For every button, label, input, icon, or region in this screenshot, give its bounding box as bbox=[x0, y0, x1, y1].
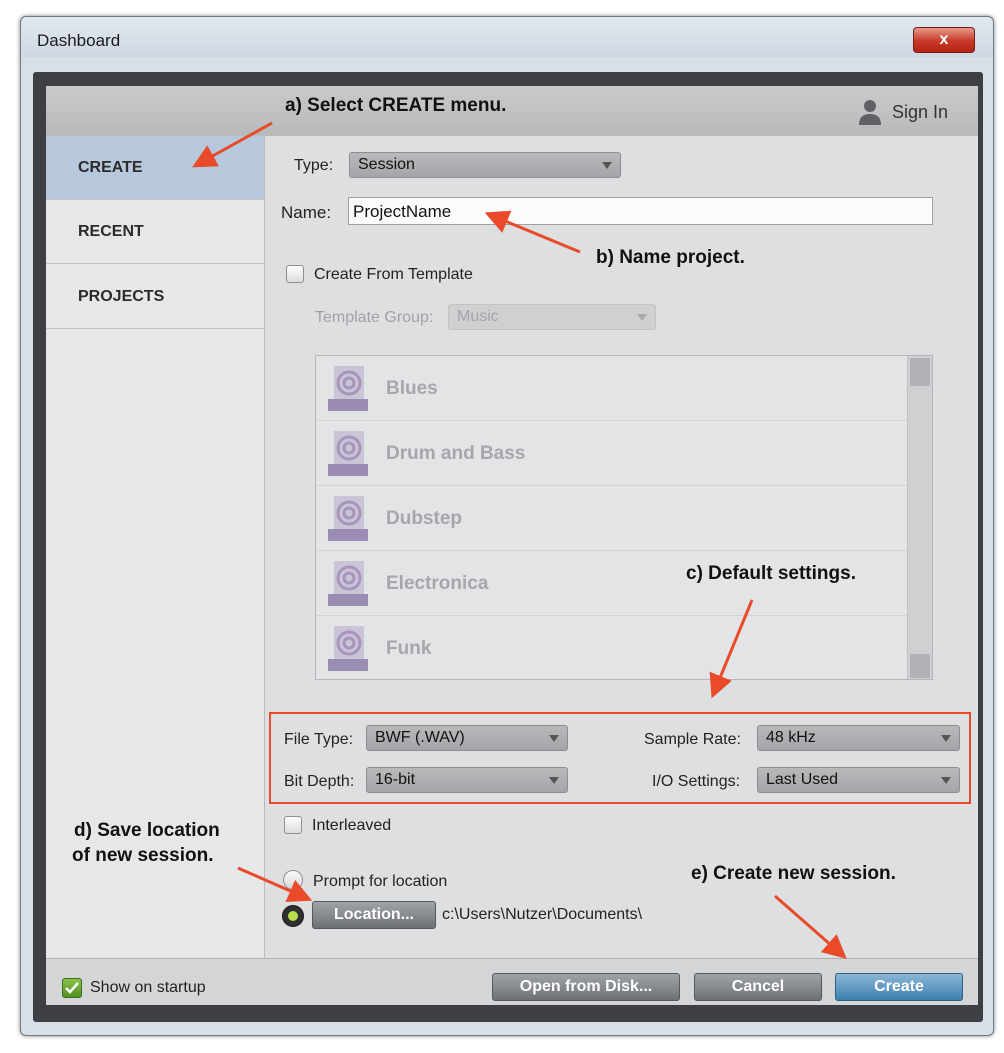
cancel-button[interactable]: Cancel bbox=[694, 973, 822, 1001]
template-name: Dubstep bbox=[386, 508, 462, 529]
template-item[interactable]: Funk bbox=[316, 616, 908, 679]
chevron-down-icon bbox=[637, 314, 647, 321]
template-name: Blues bbox=[386, 378, 438, 399]
annotation-a: a) Select CREATE menu. bbox=[285, 95, 507, 116]
create-from-template-label: Create From Template bbox=[314, 266, 473, 283]
io-settings-select[interactable]: Last Used bbox=[757, 767, 960, 793]
prompt-location-radio[interactable] bbox=[283, 870, 303, 890]
interleaved-label: Interleaved bbox=[312, 817, 392, 834]
template-name: Electronica bbox=[386, 573, 489, 594]
template-group-label: Template Group: bbox=[315, 309, 434, 326]
prompt-location-label: Prompt for location bbox=[313, 873, 448, 890]
template-list: Blues Drum and Bass Dubstep Electronica … bbox=[315, 355, 933, 680]
template-icon bbox=[328, 366, 368, 411]
location-button[interactable]: Location... bbox=[312, 901, 436, 929]
chevron-down-icon bbox=[602, 162, 612, 169]
sidebar-item-recent[interactable]: RECENT bbox=[46, 200, 264, 264]
title-bar: Dashboard x bbox=[21, 17, 993, 57]
annotation-b: b) Name project. bbox=[596, 247, 745, 268]
name-label: Name: bbox=[281, 203, 332, 222]
name-input-value: ProjectName bbox=[353, 202, 452, 221]
template-icon bbox=[328, 431, 368, 476]
show-on-startup-label: Show on startup bbox=[90, 979, 206, 996]
close-button[interactable]: x bbox=[913, 27, 975, 53]
create-button[interactable]: Create bbox=[835, 973, 963, 1001]
template-item[interactable]: Dubstep bbox=[316, 486, 908, 551]
sign-in-label: Sign In bbox=[892, 102, 949, 122]
template-name: Drum and Bass bbox=[386, 443, 526, 464]
file-type-label: File Type: bbox=[284, 731, 354, 748]
type-select[interactable]: Session bbox=[349, 152, 621, 178]
window-title: Dashboard bbox=[37, 31, 121, 50]
user-icon bbox=[859, 100, 881, 125]
checkmark-icon bbox=[65, 982, 79, 994]
sidebar-item-projects[interactable]: PROJECTS bbox=[46, 265, 264, 329]
bit-depth-select[interactable]: 16-bit bbox=[366, 767, 568, 793]
name-input[interactable]: ProjectName bbox=[348, 197, 933, 225]
sample-rate-value: 48 kHz bbox=[766, 729, 816, 746]
location-radio[interactable] bbox=[282, 905, 304, 927]
open-from-disk-button[interactable]: Open from Disk... bbox=[492, 973, 680, 1001]
show-on-startup-checkbox[interactable] bbox=[62, 978, 82, 998]
dashboard-header: Sign In bbox=[46, 86, 978, 136]
template-group-value: Music bbox=[457, 308, 499, 325]
template-icon bbox=[328, 626, 368, 671]
template-icon bbox=[328, 561, 368, 606]
scrollbar-thumb[interactable] bbox=[910, 358, 930, 386]
bit-depth-value: 16-bit bbox=[375, 771, 416, 788]
chevron-down-icon bbox=[941, 735, 951, 742]
radio-selected-dot bbox=[288, 911, 298, 921]
scrollbar-bottom bbox=[910, 654, 930, 678]
chevron-down-icon bbox=[549, 777, 559, 784]
type-label: Type: bbox=[294, 157, 334, 174]
annotation-d-line1: d) Save location bbox=[74, 820, 220, 841]
type-value: Session bbox=[358, 156, 415, 173]
io-settings-label: I/O Settings: bbox=[652, 773, 741, 790]
template-list-scrollbar[interactable] bbox=[907, 356, 932, 679]
annotation-c: c) Default settings. bbox=[686, 563, 856, 584]
template-icon bbox=[328, 496, 368, 541]
sign-in-link[interactable]: Sign In bbox=[858, 98, 968, 126]
sample-rate-select[interactable]: 48 kHz bbox=[757, 725, 960, 751]
io-settings-value: Last Used bbox=[766, 771, 839, 788]
template-item[interactable]: Drum and Bass bbox=[316, 421, 908, 486]
file-type-select[interactable]: BWF (.WAV) bbox=[366, 725, 568, 751]
file-type-value: BWF (.WAV) bbox=[375, 729, 465, 746]
template-item[interactable]: Blues bbox=[316, 356, 908, 421]
create-from-template-checkbox[interactable] bbox=[286, 265, 304, 283]
bit-depth-label: Bit Depth: bbox=[284, 773, 355, 790]
sample-rate-label: Sample Rate: bbox=[644, 731, 741, 748]
chevron-down-icon bbox=[941, 777, 951, 784]
location-path: c:\Users\Nutzer\Documents\ bbox=[442, 906, 643, 923]
template-group-select[interactable]: Music bbox=[448, 304, 656, 330]
annotation-d-line2: of new session. bbox=[72, 845, 214, 866]
interleaved-checkbox[interactable] bbox=[284, 816, 302, 834]
sidebar-item-create[interactable]: CREATE bbox=[46, 136, 264, 200]
annotation-e: e) Create new session. bbox=[691, 863, 896, 884]
chevron-down-icon bbox=[549, 735, 559, 742]
template-name: Funk bbox=[386, 638, 432, 659]
